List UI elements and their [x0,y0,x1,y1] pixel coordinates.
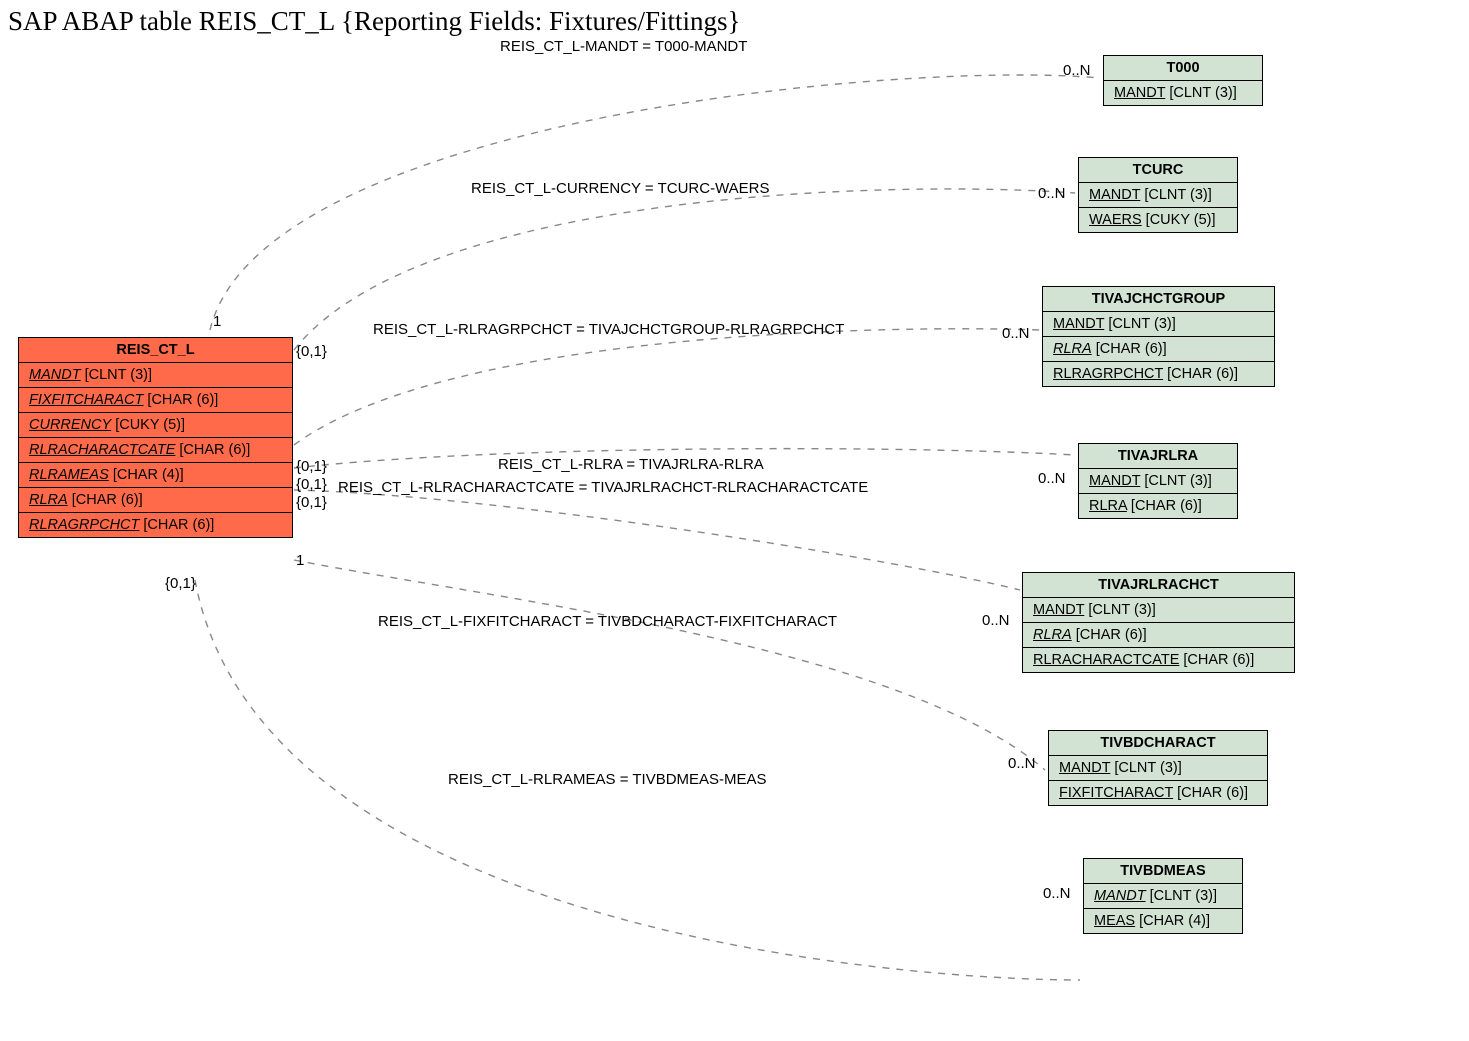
entity-field: RLRACHARACTCATE [CHAR (6)] [19,438,292,463]
entity-field: RLRACHARACTCATE [CHAR (6)] [1023,648,1294,672]
entity-field: FIXFITCHARACT [CHAR (6)] [1049,781,1267,805]
relationship-label: REIS_CT_L-FIXFITCHARACT = TIVBDCHARACT-F… [378,613,837,630]
entity-field: MEAS [CHAR (4)] [1084,909,1242,933]
relationship-label: REIS_CT_L-MANDT = T000-MANDT [500,38,747,55]
entity-header: TIVBDCHARACT [1049,731,1267,756]
cardinality-label: 1 [296,552,304,569]
page-title: SAP ABAP table REIS_CT_L {Reporting Fiel… [8,6,740,37]
entity-tivajrlrachct: TIVAJRLRACHCT MANDT [CLNT (3)] RLRA [CHA… [1022,572,1295,673]
entity-header: TIVBDMEAS [1084,859,1242,884]
entity-tcurc: TCURC MANDT [CLNT (3)] WAERS [CUKY (5)] [1078,157,1238,233]
entity-t000: T000 MANDT [CLNT (3)] [1103,55,1263,106]
entity-field: MANDT [CLNT (3)] [1023,598,1294,623]
entity-header: T000 [1104,56,1262,81]
entity-header: TCURC [1079,158,1237,183]
cardinality-label: 1 [213,313,221,330]
entity-field: RLRA [CHAR (6)] [19,488,292,513]
cardinality-label: {0,1} [296,458,327,475]
entity-field: MANDT [CLNT (3)] [1084,884,1242,909]
relationship-label: REIS_CT_L-RLRAGRPCHCT = TIVAJCHCTGROUP-R… [373,321,844,338]
entity-field: WAERS [CUKY (5)] [1079,208,1237,232]
entity-field: RLRA [CHAR (6)] [1043,337,1274,362]
entity-field: RLRAGRPCHCT [CHAR (6)] [19,513,292,537]
entity-field: MANDT [CLNT (3)] [1079,183,1237,208]
entity-field: CURRENCY [CUKY (5)] [19,413,292,438]
entity-field: MANDT [CLNT (3)] [1049,756,1267,781]
entity-field: MANDT [CLNT (3)] [1104,81,1262,105]
cardinality-label: {0,1} [296,343,327,360]
entity-header: TIVAJCHCTGROUP [1043,287,1274,312]
cardinality-label: 0..N [1043,885,1071,902]
relationship-label: REIS_CT_L-RLRACHARACTCATE = TIVAJRLRACHC… [338,479,868,496]
cardinality-label: {0,1} [165,575,196,592]
entity-header: REIS_CT_L [19,338,292,363]
entity-field: MANDT [CLNT (3)] [19,363,292,388]
relationship-label: REIS_CT_L-RLRAMEAS = TIVBDMEAS-MEAS [448,771,767,788]
entity-field: RLRA [CHAR (6)] [1079,494,1237,518]
entity-field: RLRA [CHAR (6)] [1023,623,1294,648]
entity-reis-ct-l: REIS_CT_L MANDT [CLNT (3)] FIXFITCHARACT… [18,337,293,538]
cardinality-label: {0,1} [296,476,327,493]
cardinality-label: 0..N [1002,325,1030,342]
entity-field: FIXFITCHARACT [CHAR (6)] [19,388,292,413]
cardinality-label: 0..N [982,612,1010,629]
entity-tivbdcharact: TIVBDCHARACT MANDT [CLNT (3)] FIXFITCHAR… [1048,730,1268,806]
relationship-label: REIS_CT_L-CURRENCY = TCURC-WAERS [471,180,770,197]
cardinality-label: 0..N [1038,470,1066,487]
entity-field: RLRAGRPCHCT [CHAR (6)] [1043,362,1274,386]
entity-field: RLRAMEAS [CHAR (4)] [19,463,292,488]
entity-field: MANDT [CLNT (3)] [1043,312,1274,337]
entity-header: TIVAJRLRA [1079,444,1237,469]
entity-field: MANDT [CLNT (3)] [1079,469,1237,494]
entity-header: TIVAJRLRACHCT [1023,573,1294,598]
cardinality-label: 0..N [1063,62,1091,79]
entity-tivbdmeas: TIVBDMEAS MANDT [CLNT (3)] MEAS [CHAR (4… [1083,858,1243,934]
cardinality-label: 0..N [1038,185,1066,202]
entity-tivajrlra: TIVAJRLRA MANDT [CLNT (3)] RLRA [CHAR (6… [1078,443,1238,519]
cardinality-label: 0..N [1008,755,1036,772]
entity-tivajchctgroup: TIVAJCHCTGROUP MANDT [CLNT (3)] RLRA [CH… [1042,286,1275,387]
relationship-label: REIS_CT_L-RLRA = TIVAJRLRA-RLRA [498,456,764,473]
cardinality-label: {0,1} [296,494,327,511]
